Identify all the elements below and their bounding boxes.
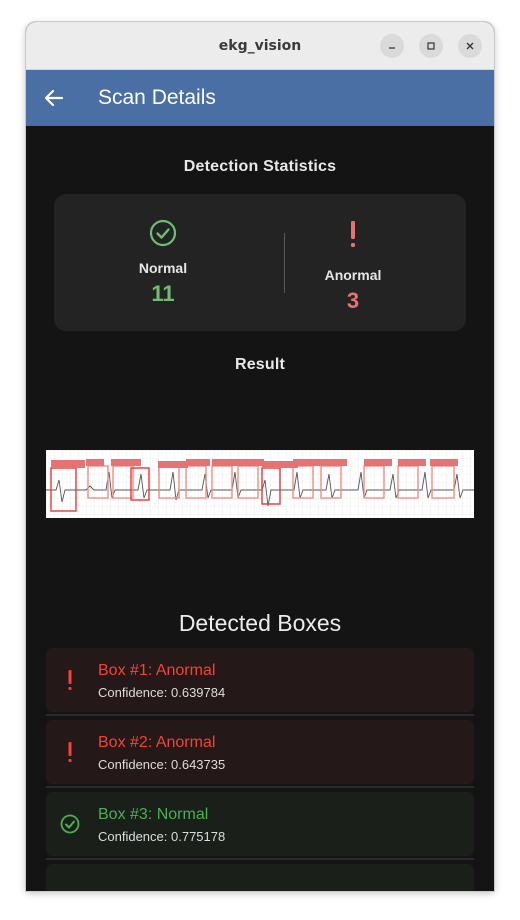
result-heading: Result xyxy=(234,356,286,373)
maximize-icon xyxy=(427,42,435,50)
stat-normal: Normal 11 xyxy=(60,194,266,331)
window-titlebar[interactable]: ekg_vision xyxy=(26,22,494,70)
exclamation-icon xyxy=(68,742,72,762)
list-divider xyxy=(46,714,474,716)
minimize-icon xyxy=(389,47,395,49)
close-button[interactable] xyxy=(458,34,482,58)
stats-card: Normal 11 Anormal 3 xyxy=(54,194,466,331)
box-confidence: Confidence: 0.639784 xyxy=(98,685,226,700)
box-confidence: Confidence: 0.775178 xyxy=(98,829,226,844)
close-icon xyxy=(466,42,474,50)
anormal-count: 3 xyxy=(346,288,360,313)
anormal-label: Anormal xyxy=(324,267,382,283)
maximize-button[interactable] xyxy=(419,34,443,58)
list-divider xyxy=(46,858,474,860)
exclamation-icon xyxy=(68,670,72,690)
exclamation-icon xyxy=(351,221,355,247)
check-circle-icon xyxy=(149,219,177,247)
normal-count: 11 xyxy=(151,281,175,306)
minimize-button[interactable] xyxy=(380,34,404,58)
box-title: Box #1: Anormal xyxy=(98,662,216,679)
detection-statistics-heading: Detection Statistics xyxy=(183,158,337,175)
list-divider xyxy=(46,786,474,788)
box-confidence: Confidence: 0.643735 xyxy=(98,757,226,772)
page-title: Scan Details xyxy=(98,86,216,109)
box-title: Box #2: Anormal xyxy=(98,734,216,751)
app-window: ekg_vision Scan Details Detection Statis… xyxy=(26,22,494,891)
detected-boxes-heading: Detected Boxes xyxy=(178,610,342,636)
back-arrow-icon[interactable] xyxy=(42,86,66,110)
ekg-result-image xyxy=(46,450,474,518)
normal-label: Normal xyxy=(138,260,188,276)
box-title: Box #3: Normal xyxy=(98,806,209,823)
box-card-2[interactable]: Box #2: Anormal Confidence: 0.643735 xyxy=(46,720,474,784)
box-card-3[interactable]: Box #3: Normal Confidence: 0.775178 xyxy=(46,792,474,856)
box-card-1[interactable]: Box #1: Anormal Confidence: 0.639784 xyxy=(46,648,474,712)
stat-anormal: Anormal 3 xyxy=(250,194,456,331)
box-card-4-partial[interactable] xyxy=(46,864,474,891)
ekg-image xyxy=(46,450,474,518)
app-bar: Scan Details xyxy=(26,70,494,126)
check-circle-icon xyxy=(60,814,80,834)
